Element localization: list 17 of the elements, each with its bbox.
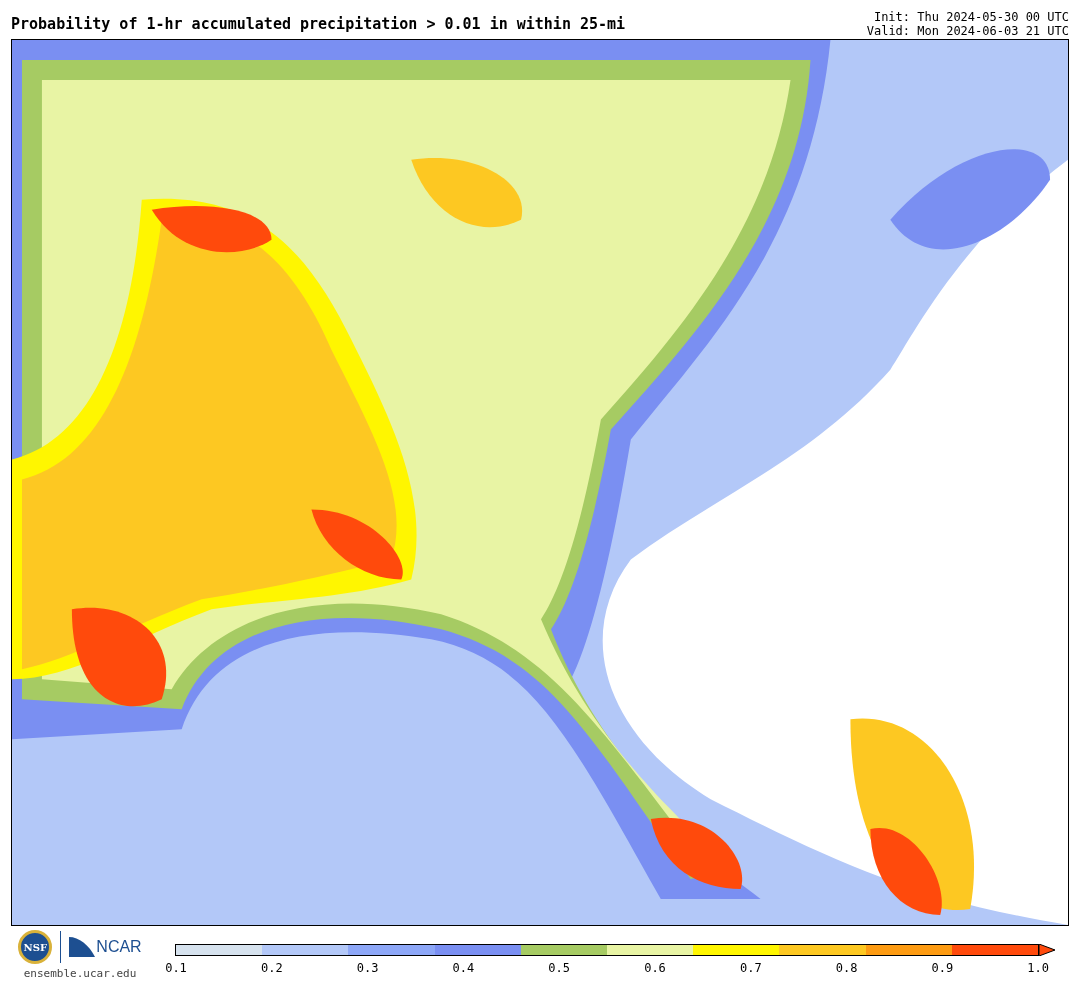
valid-time: Valid: Mon 2024-06-03 21 UTC: [866, 24, 1069, 38]
scale-tick-label: 1.0: [1027, 962, 1050, 974]
site-url: ensemble.ucar.edu: [23, 966, 137, 982]
scale-tick-label: 0.5: [548, 962, 571, 974]
scale-tick-label: 0.7: [739, 962, 762, 974]
scale-tick-label: 0.9: [931, 962, 954, 974]
nsf-logo: NSF: [18, 930, 53, 964]
scale-tick-label: 0.3: [356, 962, 379, 974]
scale-tick-label: 0.1: [165, 962, 187, 974]
ncar-swoosh-icon: [69, 937, 96, 957]
scale-tick-label: 0.2: [260, 962, 283, 974]
ncar-logo: NCAR: [69, 935, 142, 959]
init-time: Init: Thu 2024-05-30 00 UTC: [873, 10, 1069, 24]
scale-tick-label: 0.6: [644, 962, 666, 974]
scale-tick-label: 0.4: [452, 962, 475, 974]
chart-title: Probability of 1-hr accumulated precipitation > 0.01 in within 25-mi: [11, 17, 626, 35]
scale-tick-label: 0.8: [835, 962, 858, 974]
